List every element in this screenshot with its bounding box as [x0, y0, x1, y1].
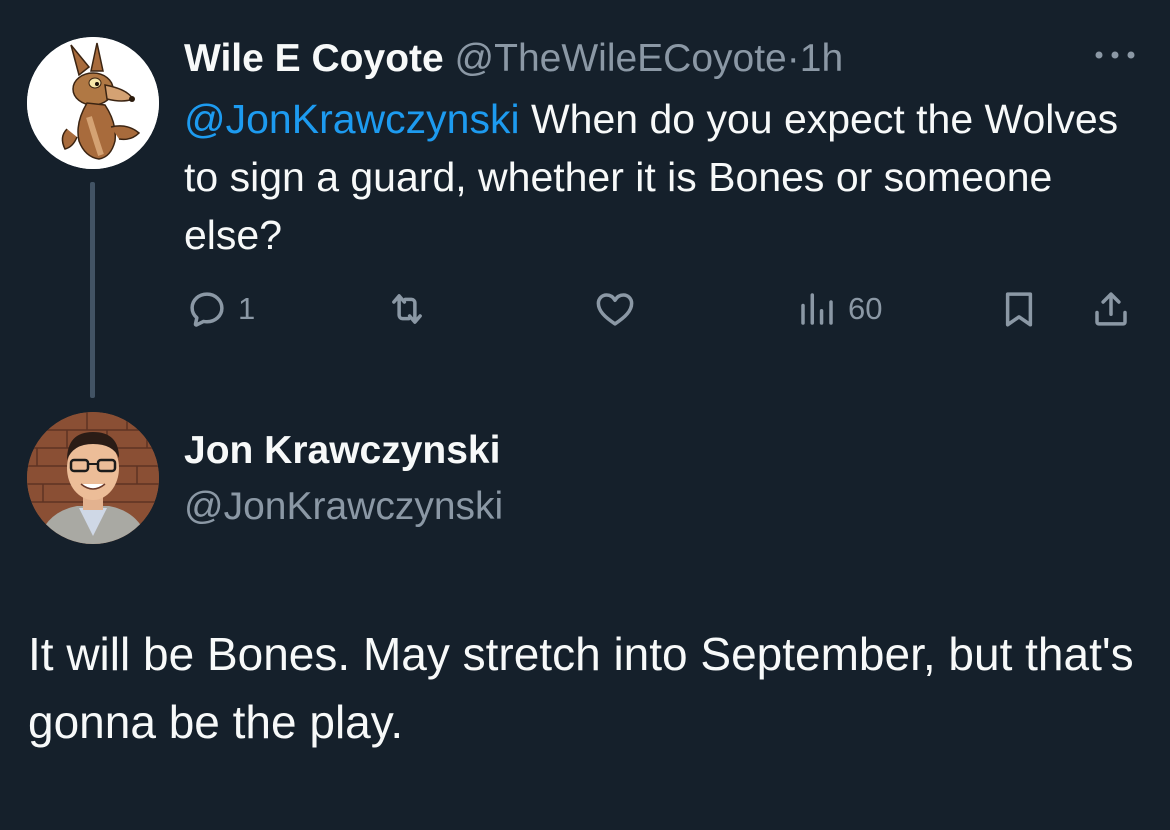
person-photo-avatar-icon [27, 412, 159, 544]
tweet-body: @JonKrawczynski When do you expect the W… [184, 90, 1144, 264]
retweet-button[interactable] [386, 287, 438, 331]
coyote-avatar[interactable] [27, 37, 159, 169]
share-button[interactable] [1090, 287, 1132, 331]
reply-count: 1 [238, 291, 256, 326]
reply-text: It will be Bones. May stretch into Septe… [28, 628, 1134, 748]
views-count: 60 [848, 291, 883, 326]
thread-connector [90, 182, 95, 398]
reply-button[interactable]: 1 [186, 287, 255, 331]
cartoon-coyote-avatar-icon [27, 37, 159, 169]
bookmark-icon [1005, 292, 1033, 327]
tweet-timestamp[interactable]: 1h [800, 37, 843, 80]
views-button[interactable]: 60 [796, 287, 882, 331]
share-icon [1095, 292, 1127, 326]
mention-link[interactable]: @JonKrawczynski [184, 96, 520, 142]
heart-icon [596, 293, 634, 326]
tweet-header: Wile E Coyote @TheWileECoyote·1h [184, 34, 843, 84]
more-options-icon [1095, 51, 1135, 59]
reply-author-name[interactable]: Jon Krawczynski [184, 426, 500, 476]
separator-dot: · [786, 37, 800, 80]
like-button[interactable] [594, 287, 646, 331]
reply-author-handle[interactable]: @JonKrawczynski [184, 482, 503, 532]
bookmark-button[interactable] [998, 287, 1040, 331]
author-handle[interactable]: @TheWileECoyote [455, 37, 787, 80]
views-icon [801, 293, 833, 325]
reply-icon [190, 292, 224, 327]
author-name[interactable]: Wile E Coyote [184, 37, 444, 80]
more-options-button[interactable] [1090, 40, 1140, 70]
retweet-icon [392, 294, 422, 324]
jon-avatar[interactable] [27, 412, 159, 544]
